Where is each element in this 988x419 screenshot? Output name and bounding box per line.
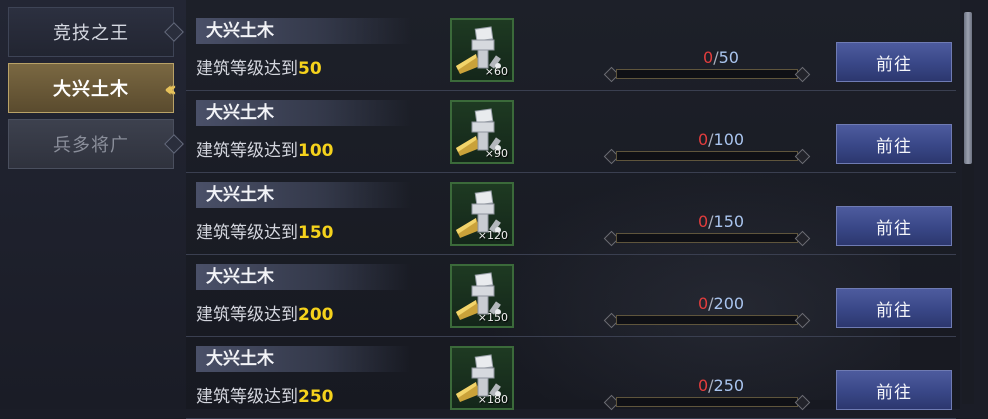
task-desc-prefix: 建筑等级达到 [196, 305, 298, 325]
progress-text: 0/250 [606, 376, 836, 395]
tab-troops[interactable]: 兵多将广 [8, 119, 184, 169]
progress-bar [603, 312, 811, 329]
progress-current: 0 [697, 212, 709, 231]
task-description: 建筑等级达到250 [196, 382, 334, 407]
task-desc-prefix: 建筑等级达到 [196, 223, 298, 243]
tab-label: 竞技之王 [53, 23, 129, 44]
progress-track [616, 315, 798, 325]
progress-current: 0 [703, 48, 714, 67]
reward-count: ×120 [477, 229, 508, 242]
task-desc-prefix: 建筑等级达到 [196, 387, 298, 407]
task-description: 建筑等级达到50 [196, 54, 322, 79]
go-button[interactable]: 前往 [836, 206, 952, 246]
progress-track [616, 69, 798, 79]
task-description: 建筑等级达到200 [196, 300, 334, 325]
chevron-left-icon: ‹‹‹ [164, 77, 177, 101]
task-target-value: 50 [298, 59, 322, 79]
progress-bar [603, 394, 811, 411]
tab-construction[interactable]: 大兴土木 ‹‹‹ [8, 63, 177, 113]
task-description: 建筑等级达到100 [196, 136, 334, 161]
reward-item[interactable]: ×120 [450, 182, 514, 246]
progress-current: 0 [697, 376, 709, 395]
progress-text: 0/200 [606, 294, 836, 313]
progress-current: 0 [697, 294, 709, 313]
reward-count: ×150 [477, 311, 508, 324]
reward-count: ×180 [477, 393, 508, 406]
task-list: 大兴土木 建筑等级达到50 ×60 0/50 前往 大兴土木 建筑等级达到100 [186, 0, 960, 419]
progress-track [616, 233, 798, 243]
task-desc-prefix: 建筑等级达到 [196, 59, 298, 79]
go-button[interactable]: 前往 [836, 124, 952, 164]
task-target-value: 150 [298, 223, 334, 243]
reward-item[interactable]: ×150 [450, 264, 514, 328]
progress-text: 0/150 [606, 212, 836, 231]
progress-total: 200 [713, 294, 745, 313]
task-title: 大兴土木 [196, 18, 411, 44]
task-title: 大兴土木 [196, 346, 411, 372]
task-title: 大兴土木 [196, 100, 411, 126]
reward-item[interactable]: ×180 [450, 346, 514, 410]
tab-diamond-icon [164, 22, 184, 42]
reward-item[interactable]: ×60 [450, 18, 514, 82]
task-row: 大兴土木 建筑等级达到150 ×120 0/150 前往 [186, 172, 956, 255]
tab-diamond-icon [164, 134, 184, 154]
progress-track [616, 151, 798, 161]
task-title: 大兴土木 [196, 182, 411, 208]
task-target-value: 100 [298, 141, 334, 161]
task-row: 大兴土木 建筑等级达到250 ×180 0/250 前往 [186, 336, 956, 419]
task-row: 大兴土木 建筑等级达到50 ×60 0/50 前往 [186, 8, 956, 91]
progress-track [616, 397, 798, 407]
sidebar: 竞技之王 大兴土木 ‹‹‹ 兵多将广 [0, 0, 187, 409]
tab-label: 大兴土木 [53, 79, 129, 100]
go-button[interactable]: 前往 [836, 42, 952, 82]
scrollbar-thumb[interactable] [964, 12, 972, 164]
task-target-value: 200 [298, 305, 334, 325]
progress-current: 0 [697, 130, 709, 149]
task-row: 大兴土木 建筑等级达到100 ×90 0/100 前往 [186, 90, 956, 173]
reward-item[interactable]: ×90 [450, 100, 514, 164]
reward-count: ×90 [484, 147, 508, 160]
task-target-value: 250 [298, 387, 334, 407]
tab-label: 兵多将广 [53, 135, 129, 156]
reward-count: ×60 [484, 65, 508, 78]
progress-total: 50 [718, 48, 739, 67]
go-button[interactable]: 前往 [836, 288, 952, 328]
tab-arena-king[interactable]: 竞技之王 [8, 7, 184, 57]
task-description: 建筑等级达到150 [196, 218, 334, 243]
progress-total: 250 [713, 376, 745, 395]
progress-text: 0/50 [606, 48, 836, 67]
progress-bar [603, 66, 811, 83]
scrollbar[interactable] [962, 10, 974, 404]
task-row: 大兴土木 建筑等级达到200 ×150 0/200 前往 [186, 254, 956, 337]
task-desc-prefix: 建筑等级达到 [196, 141, 298, 161]
progress-bar [603, 148, 811, 165]
progress-total: 150 [713, 212, 745, 231]
progress-total: 100 [713, 130, 745, 149]
task-title: 大兴土木 [196, 264, 411, 290]
go-button[interactable]: 前往 [836, 370, 952, 410]
progress-bar [603, 230, 811, 247]
progress-text: 0/100 [606, 130, 836, 149]
